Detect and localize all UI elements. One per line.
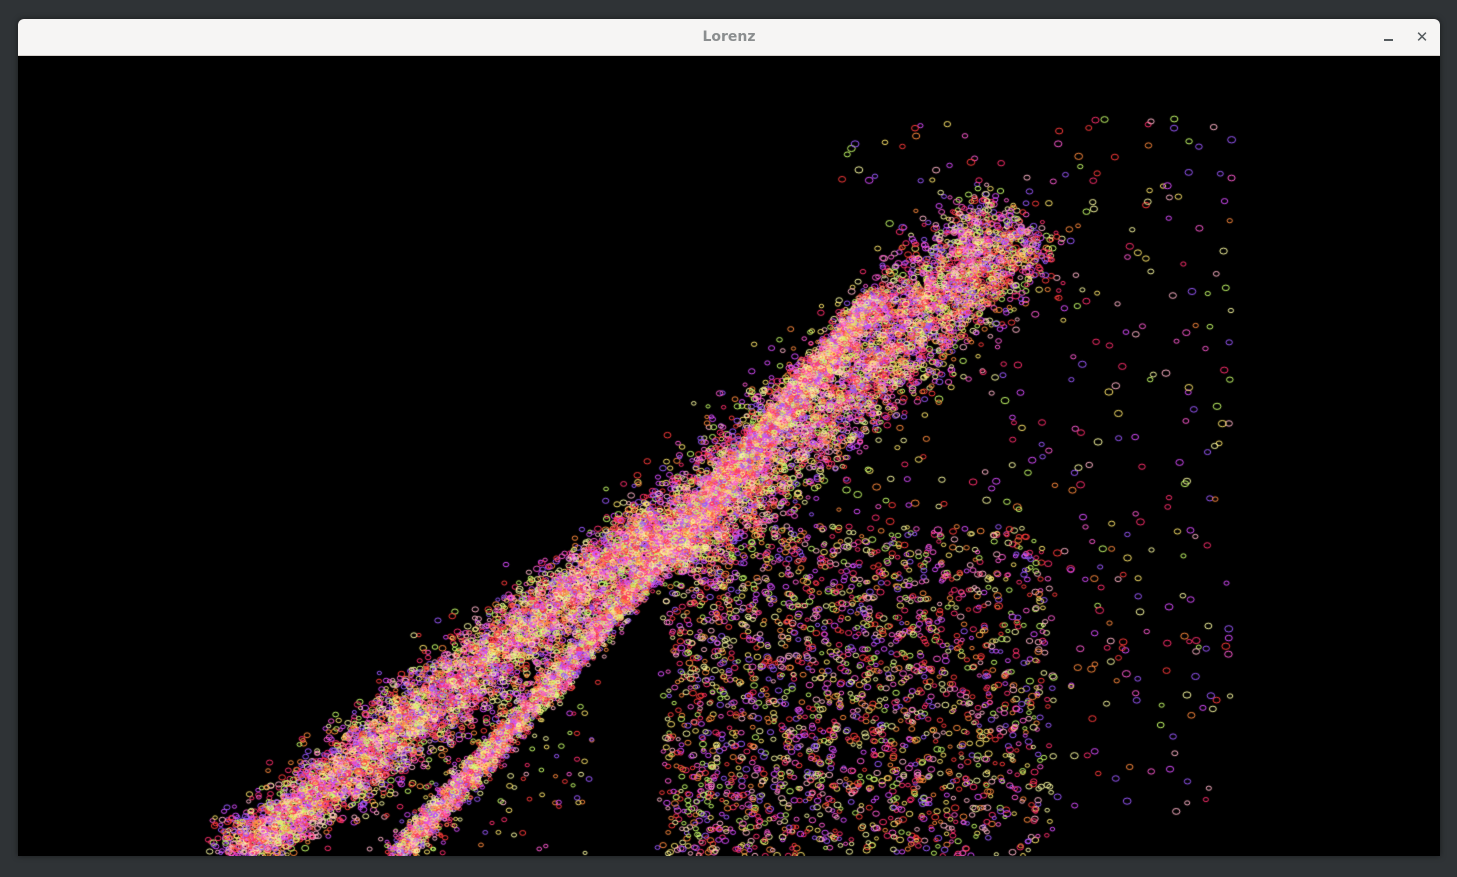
minimize-button[interactable] — [1377, 26, 1399, 48]
app-window: Lorenz ✕ — [18, 19, 1440, 856]
lorenz-particle-canvas[interactable] — [18, 56, 1440, 856]
minimize-icon — [1383, 39, 1393, 41]
close-button[interactable]: ✕ — [1411, 26, 1433, 48]
close-icon: ✕ — [1415, 28, 1429, 46]
title-bar[interactable]: Lorenz ✕ — [18, 19, 1440, 56]
window-title: Lorenz — [702, 29, 756, 45]
render-viewport[interactable] — [18, 56, 1440, 856]
